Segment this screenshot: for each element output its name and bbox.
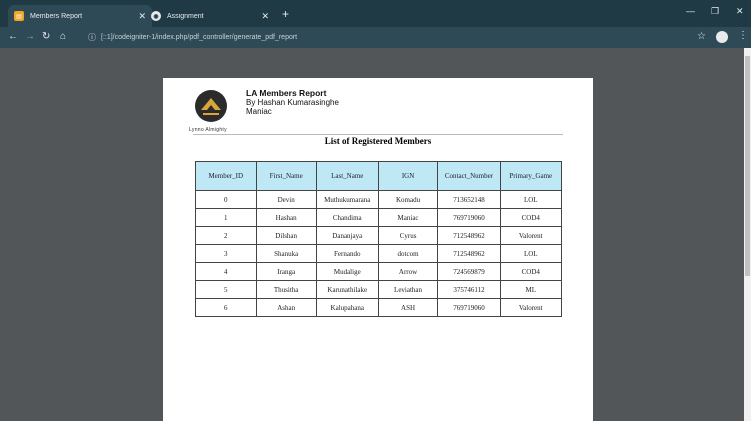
globe-icon: ◉ (151, 11, 161, 21)
table-cell: Arrow (377, 262, 439, 281)
table-cell: COD4 (499, 262, 563, 281)
table-cell: Muthukumarana (315, 190, 379, 209)
table-cell: 3 (195, 244, 257, 263)
new-tab-icon[interactable]: + (282, 8, 289, 20)
forward-icon[interactable]: → (25, 31, 35, 43)
header-divider (193, 134, 563, 135)
reload-icon[interactable]: ↻ (42, 31, 50, 43)
table-cell: 6 (195, 298, 257, 317)
profile-avatar-icon[interactable] (716, 31, 728, 43)
info-icon[interactable]: ⓘ (88, 32, 96, 43)
column-header: IGN (377, 161, 439, 191)
table-cell: 769719060 (437, 298, 501, 317)
table-cell: dotcom (377, 244, 439, 263)
address-bar[interactable]: ⓘ [::1]/codeigniter-1/index.php/pdf_cont… (88, 30, 688, 45)
report-author: By Hashan Kumarasinghe (246, 98, 339, 107)
restore-icon[interactable]: ❐ (711, 6, 719, 17)
table-row: 6 Ashan Kalupahana ASH 769719060 Valoren… (195, 298, 563, 317)
table-cell: ML (499, 280, 563, 299)
table-cell: Mudalige (315, 262, 379, 281)
pdf-viewer: Lynno Almighty LA Members Report By Hash… (0, 48, 751, 421)
table-cell: Valorent (499, 298, 563, 317)
table-row: 5 Thusitha Karunathilake Leviathan 37574… (195, 280, 563, 299)
report-icon: ▤ (14, 11, 24, 21)
table-cell: Fernando (315, 244, 379, 263)
table-cell: Dilshan (255, 226, 317, 245)
minimize-icon[interactable]: — (686, 6, 695, 16)
table-cell: 0 (195, 190, 257, 209)
home-icon[interactable]: ⌂ (60, 31, 66, 43)
table-cell: Maniac (377, 208, 439, 227)
table-row: 3 Shanuka Fernando dotcom 712548962 LOL (195, 244, 563, 263)
table-cell: Valorent (499, 226, 563, 245)
report-subtitle: Maniac (246, 107, 272, 116)
column-header: First_Name (255, 161, 317, 191)
table-cell: 769719060 (437, 208, 501, 227)
window-close-icon[interactable]: ✕ (736, 6, 744, 17)
table-header-row: Member_ID First_Name Last_Name IGN Conta… (195, 161, 563, 191)
logo-icon (195, 90, 227, 122)
table-cell: COD4 (499, 208, 563, 227)
table-cell: 712548962 (437, 244, 501, 263)
table-cell: 724569879 (437, 262, 501, 281)
table-cell: Devin (255, 190, 317, 209)
table-cell: 375746112 (437, 280, 501, 299)
table-cell: Iranga (255, 262, 317, 281)
table-cell: Thusitha (255, 280, 317, 299)
list-title: List of Registered Members (324, 136, 432, 146)
tab-strip: ▤ Members Report ✕ ◉ Assignment ✕ + — ❐ … (0, 0, 751, 27)
table-row: 0 Devin Muthukumarana Komadu 713652148 L… (195, 190, 563, 209)
table-cell: Komadu (377, 190, 439, 209)
table-cell: 2 (195, 226, 257, 245)
scrollbar-thumb[interactable] (745, 56, 750, 276)
report-title: LA Members Report (246, 88, 327, 98)
tab-title: Members Report (30, 12, 83, 20)
column-header: Primary_Game (499, 161, 563, 191)
table-cell: Leviathan (377, 280, 439, 299)
table-cell: Chandima (315, 208, 379, 227)
table-cell: 5 (195, 280, 257, 299)
table-cell: 712548962 (437, 226, 501, 245)
table-cell: Ashan (255, 298, 317, 317)
address-text: [::1]/codeigniter-1/index.php/pdf_contro… (101, 34, 298, 41)
table-cell: Dananjaya (315, 226, 379, 245)
brand-text: Lynno Almighty (189, 127, 227, 133)
table-cell: LOL (499, 244, 563, 263)
column-header: Last_Name (315, 161, 379, 191)
table-cell: Cyrus (377, 226, 439, 245)
table-cell: Hashan (255, 208, 317, 227)
menu-icon[interactable]: ⋮ (738, 30, 748, 41)
table-row: 4 Iranga Mudalige Arrow 724569879 COD4 (195, 262, 563, 281)
table-cell: 4 (195, 262, 257, 281)
table-cell: LOL (499, 190, 563, 209)
table-cell: Kalupahana (315, 298, 379, 317)
tab-assignment[interactable]: ◉ Assignment ✕ (145, 5, 275, 27)
table-row: 1 Hashan Chandima Maniac 769719060 COD4 (195, 208, 563, 227)
table-cell: ASH (377, 298, 439, 317)
bookmark-star-icon[interactable]: ☆ (697, 31, 706, 42)
address-toolbar: ← → ↻ ⌂ ⓘ [::1]/codeigniter-1/index.php/… (0, 27, 751, 48)
tab-members-report[interactable]: ▤ Members Report ✕ (8, 5, 152, 27)
back-icon[interactable]: ← (8, 31, 18, 43)
column-header: Contact_Number (437, 161, 501, 191)
table-row: 2 Dilshan Dananjaya Cyrus 712548962 Valo… (195, 226, 563, 245)
table-cell: Karunathilake (315, 280, 379, 299)
vertical-scrollbar[interactable] (744, 48, 751, 421)
report-header: LA Members Report By Hashan Kumarasinghe… (246, 88, 339, 117)
table-cell: 1 (195, 208, 257, 227)
table-cell: 713652148 (437, 190, 501, 209)
pdf-page: Lynno Almighty LA Members Report By Hash… (163, 78, 593, 421)
column-header: Member_ID (195, 161, 257, 191)
tab-title: Assignment (167, 12, 204, 20)
close-icon[interactable]: ✕ (261, 11, 269, 22)
members-table: Member_ID First_Name Last_Name IGN Conta… (195, 161, 563, 317)
table-cell: Shanuka (255, 244, 317, 263)
